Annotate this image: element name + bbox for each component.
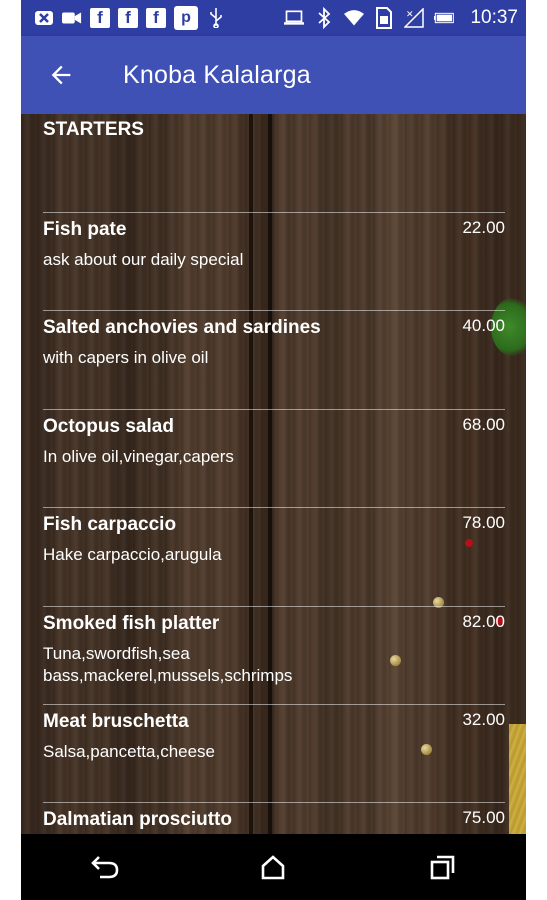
menu-list[interactable]: STARTERS Fish pate ask about our daily s… (21, 114, 526, 834)
item-divider (43, 409, 505, 410)
page-title: Knoba Kalalarga (123, 60, 311, 89)
menu-item[interactable]: Fish pate ask about our daily special 22… (43, 212, 505, 310)
facebook-icon: f (90, 8, 110, 28)
item-price: 78.00 (462, 513, 505, 532)
recents-icon (430, 855, 455, 880)
sim-icon (374, 7, 394, 29)
item-divider (43, 606, 505, 607)
menu-item[interactable]: Salted anchovies and sardines with caper… (43, 310, 505, 408)
item-divider (43, 704, 505, 705)
bluetooth-icon (314, 7, 334, 29)
item-divider (43, 507, 505, 508)
item-name: Meat bruschetta (43, 711, 189, 732)
status-notifications: f f f p (34, 6, 226, 30)
menu-item[interactable]: Fish carpaccio Hake carpaccio,arugula 78… (43, 507, 505, 605)
nav-recents-button[interactable] (412, 842, 472, 892)
wifi-icon (344, 8, 365, 28)
status-system-icons: ✕ 10:37 (284, 7, 518, 29)
item-price: 68.00 (462, 415, 505, 434)
menu-item[interactable]: Meat bruschetta Salsa,pancetta,cheese 32… (43, 704, 505, 802)
item-description: ask about our daily special (43, 250, 244, 269)
nav-home-button[interactable] (243, 842, 303, 892)
menu-item[interactable]: Dalmatian prosciutto 75.00 (43, 802, 505, 834)
facebook-icon: f (118, 8, 138, 28)
item-name: Dalmatian prosciutto (43, 809, 232, 830)
battery-icon (434, 8, 455, 28)
item-divider (43, 310, 505, 311)
item-divider (43, 802, 505, 803)
item-description: with capers in olive oil (43, 348, 209, 367)
laptop-icon (284, 8, 305, 28)
status-clock: 10:37 (470, 7, 518, 28)
item-description: In olive oil,vinegar,capers (43, 447, 234, 466)
menu-item[interactable]: Smoked fish platter Tuna,swordfish,sea b… (43, 606, 505, 704)
signal-icon: ✕ (404, 8, 425, 28)
video-icon (62, 8, 82, 28)
menu-item[interactable]: Octopus salad In olive oil,vinegar,caper… (43, 409, 505, 507)
item-name: Fish carpaccio (43, 514, 177, 535)
signal-x-glyph: ✕ (406, 9, 414, 19)
item-name: Octopus salad (43, 416, 174, 437)
item-price: 32.00 (462, 710, 505, 729)
item-description: Hake carpaccio,arugula (43, 545, 222, 564)
item-price: 22.00 (462, 218, 505, 237)
usb-icon (206, 8, 226, 28)
item-name: Salted anchovies and sardines (43, 317, 321, 338)
back-button[interactable] (33, 47, 89, 103)
home-icon (262, 855, 285, 880)
nav-back-button[interactable] (75, 842, 135, 892)
phone-screen: f f f p ✕ 10:37 Knoba Kalalarga STARTERS… (21, 0, 526, 900)
back-triangle-icon (91, 856, 119, 879)
item-price: 82.00 (462, 612, 505, 631)
item-price: 40.00 (462, 316, 505, 335)
item-description: Tuna,swordfish,sea bass,mackerel,mussels… (43, 644, 293, 685)
item-price: 75.00 (462, 808, 505, 827)
x-badge-icon (34, 8, 54, 28)
status-bar: f f f p ✕ 10:37 (21, 0, 526, 36)
item-name: Fish pate (43, 219, 127, 240)
app-bar: Knoba Kalalarga (21, 36, 526, 114)
navigation-bar (21, 834, 526, 900)
arrow-back-icon (51, 65, 71, 85)
item-description: Salsa,pancetta,cheese (43, 742, 216, 761)
facebook-icon: f (146, 8, 166, 28)
item-name: Smoked fish platter (43, 613, 220, 634)
pasta-decoration (509, 724, 526, 834)
item-divider (43, 212, 505, 213)
p-app-icon: p (174, 6, 198, 30)
section-title: STARTERS (43, 119, 144, 140)
